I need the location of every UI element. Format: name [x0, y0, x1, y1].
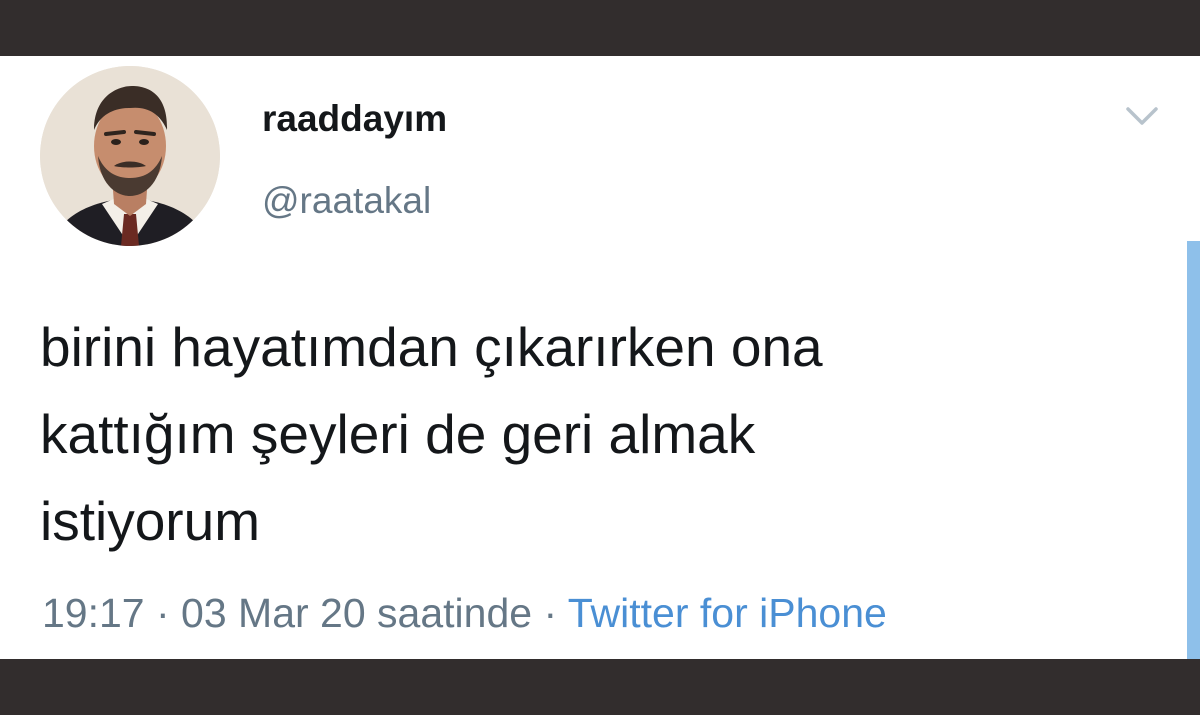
- tweet-text-line: birini hayatımdan çıkarırken ona: [40, 316, 823, 378]
- avatar[interactable]: [40, 66, 220, 246]
- meta-separator: ·: [144, 590, 182, 636]
- scrollbar[interactable]: [1187, 241, 1200, 659]
- profile-photo-icon: [40, 66, 220, 246]
- tweet-text-line: kattığım şeyleri de geri almak: [40, 403, 756, 465]
- display-name[interactable]: raaddayım: [262, 98, 447, 140]
- tweet-metadata: 19:17 · 03 Mar 20 saatinde · Twitter for…: [42, 590, 887, 637]
- tweet-date[interactable]: 03 Mar 20 saatinde: [181, 590, 532, 636]
- tweet-card: raaddayım @raatakal birini hayatımdan çı…: [0, 56, 1200, 659]
- meta-separator: ·: [532, 590, 568, 636]
- tweet-text: birini hayatımdan çıkarırken ona kattığı…: [40, 304, 1140, 565]
- username-handle[interactable]: @raatakal: [262, 180, 431, 222]
- chevron-down-icon[interactable]: [1122, 96, 1162, 136]
- tweet-source-link[interactable]: Twitter for iPhone: [568, 590, 887, 636]
- tweet-time[interactable]: 19:17: [42, 590, 145, 636]
- tweet-text-line: istiyorum: [40, 490, 261, 552]
